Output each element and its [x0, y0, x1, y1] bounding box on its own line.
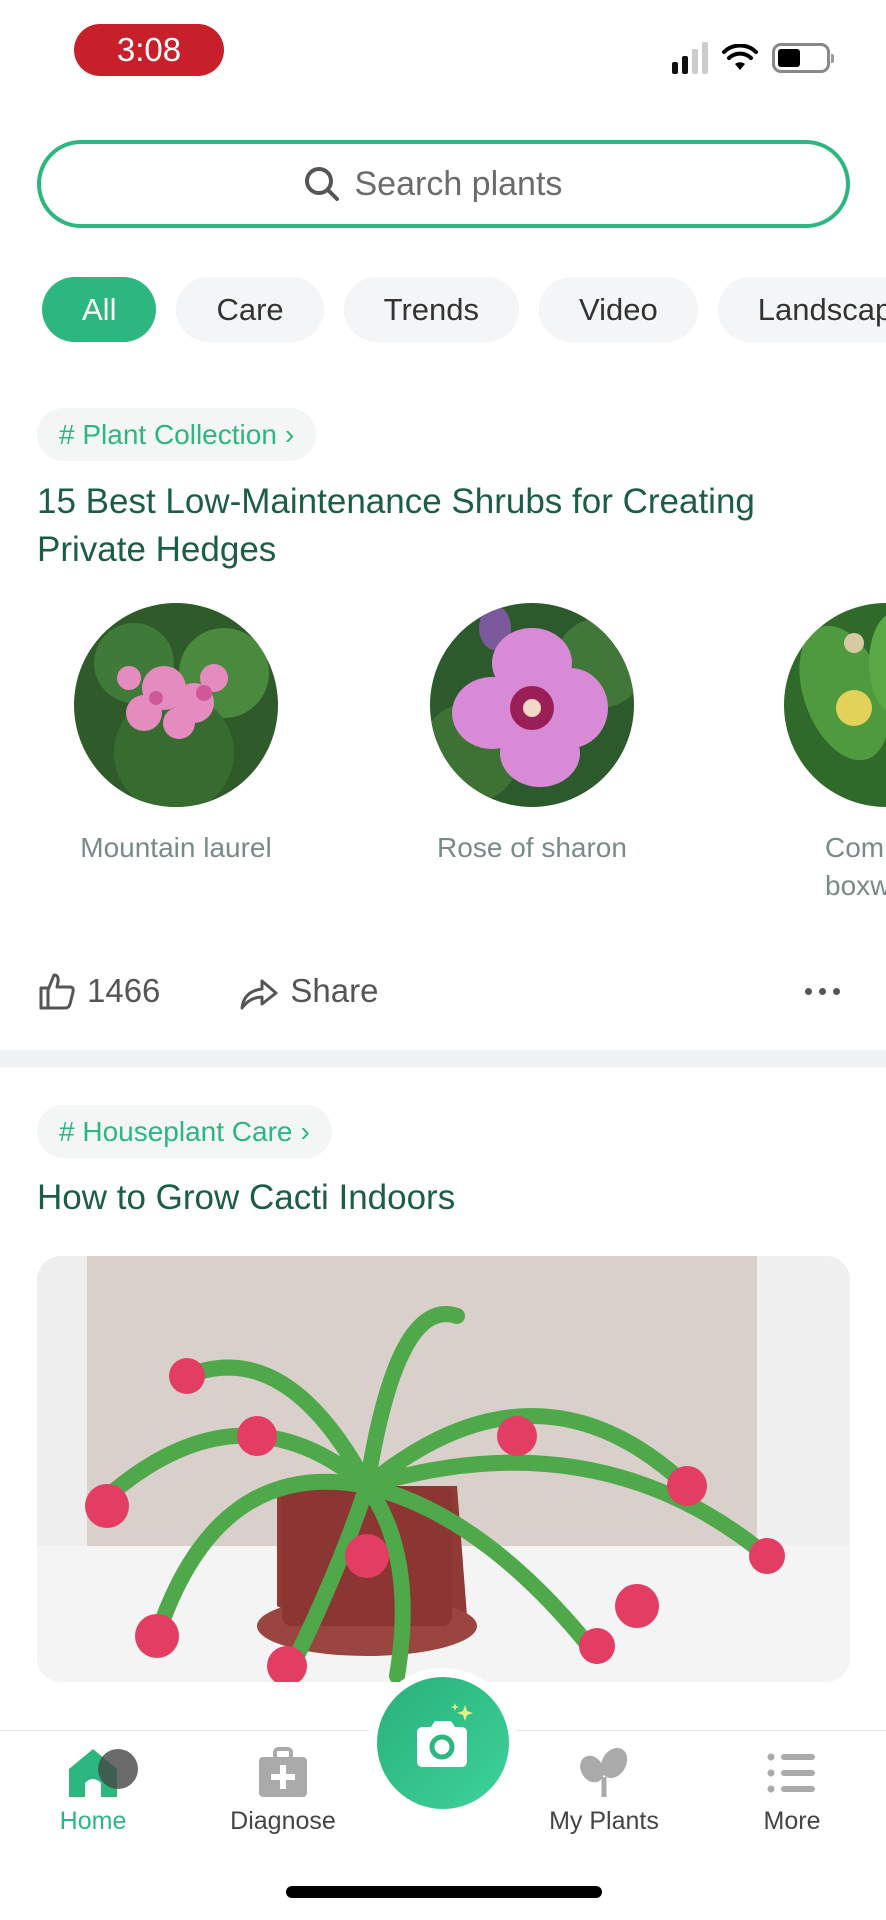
share-button[interactable]: Share — [238, 971, 378, 1011]
share-label: Share — [290, 972, 379, 1009]
section-divider — [0, 1050, 886, 1067]
list-icon — [757, 1743, 827, 1803]
more-options-icon[interactable] — [805, 987, 840, 995]
plant-name: Common boxwood — [825, 832, 886, 901]
plant-carousel[interactable]: Mountain laurel Rose of sharon Common bo… — [0, 603, 886, 903]
plant-name: Rose of sharon — [437, 832, 627, 863]
camera-icon — [417, 1703, 473, 1767]
card-tag-label: # Houseplant Care — [59, 1115, 293, 1147]
search-input[interactable] — [354, 164, 585, 204]
card-title[interactable]: 15 Best Low-Maintenance Shrubs for Creat… — [37, 478, 837, 574]
card-title[interactable]: How to Grow Cacti Indoors — [37, 1174, 837, 1222]
wifi-icon — [722, 44, 758, 70]
tab-my-plants[interactable]: My Plants — [524, 1743, 684, 1836]
first-aid-kit-icon — [248, 1743, 318, 1803]
tab-label: More — [763, 1807, 821, 1835]
identify-camera-button[interactable] — [377, 1677, 509, 1809]
plant-image-rose-of-sharon — [430, 603, 634, 807]
chip-trends[interactable]: Trends — [343, 277, 519, 342]
chip-video[interactable]: Video — [539, 277, 698, 342]
plant-name: Mountain laurel — [80, 832, 272, 863]
plant-item[interactable]: Rose of sharon — [417, 603, 647, 867]
card-tag[interactable]: # Plant Collection › — [37, 408, 317, 461]
chip-care[interactable]: Care — [176, 277, 324, 342]
battery-icon — [772, 43, 834, 73]
chip-all[interactable]: All — [42, 277, 157, 342]
card-tag-label: # Plant Collection — [59, 418, 277, 450]
chevron-right-icon: › — [300, 1115, 310, 1147]
share-icon — [240, 979, 278, 1010]
like-button[interactable]: 1466 — [37, 971, 160, 1011]
home-icon — [58, 1743, 138, 1803]
touch-indicator — [98, 1749, 138, 1789]
category-chips: All Care Trends Video Landscaping — [42, 277, 886, 342]
plant-item[interactable]: Common boxwood — [773, 603, 886, 903]
tab-label: My Plants — [549, 1807, 659, 1835]
plant-image-mountain-laurel — [74, 603, 278, 807]
status-icons — [672, 42, 834, 74]
tab-more[interactable]: More — [712, 1743, 872, 1836]
home-indicator — [286, 1886, 602, 1898]
plant-image-common-boxwood — [784, 603, 886, 807]
sprout-icon — [569, 1743, 639, 1803]
like-count: 1466 — [87, 972, 161, 1009]
chevron-right-icon: › — [284, 418, 295, 450]
tab-home[interactable]: Home — [13, 1743, 173, 1836]
card-actions: 1466 Share — [37, 966, 850, 1016]
plant-item[interactable]: Mountain laurel — [61, 603, 291, 867]
tab-label: Diagnose — [230, 1807, 336, 1835]
cellular-signal-icon — [672, 42, 708, 74]
card-tag[interactable]: # Houseplant Care › — [37, 1105, 332, 1158]
thumbs-up-icon — [39, 973, 75, 1010]
tab-label: Home — [59, 1807, 127, 1835]
article-image-cactus[interactable] — [37, 1256, 850, 1682]
chip-landscaping[interactable]: Landscaping — [717, 277, 886, 342]
search-icon — [304, 167, 339, 201]
tab-diagnose[interactable]: Diagnose — [203, 1743, 363, 1836]
status-time: 3:08 — [74, 24, 224, 76]
search-bar[interactable] — [37, 140, 850, 228]
